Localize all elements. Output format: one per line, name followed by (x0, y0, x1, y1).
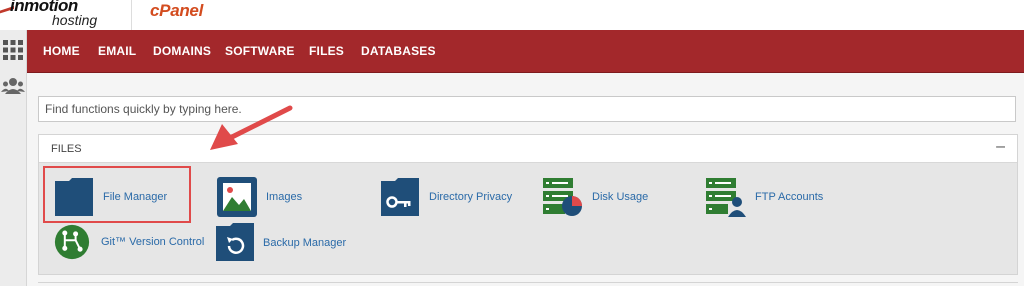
sidebar (0, 30, 27, 286)
annotation-arrow-icon (210, 105, 293, 150)
tool-label: Backup Manager (263, 237, 347, 249)
highlight-box (43, 166, 191, 223)
tool-directory-privacy[interactable]: Directory Privacy (380, 177, 520, 217)
users-icon[interactable] (1, 74, 25, 98)
collapse-icon[interactable]: – (996, 138, 1005, 156)
tool-label: Directory Privacy (429, 191, 513, 203)
nav-email[interactable]: EMAIL (98, 30, 136, 72)
brand-sub: hosting (52, 12, 98, 28)
nav-domains[interactable]: DOMAINS (153, 30, 211, 72)
tool-git-version-control[interactable]: Git™ Version Control (54, 224, 204, 264)
files-panel-title: FILES (51, 143, 82, 155)
inmotion-hosting-logo[interactable]: inmotion hosting (0, 0, 120, 30)
disk-usage-icon (543, 178, 582, 216)
git-icon (54, 224, 90, 260)
nav-databases[interactable]: DATABASES (361, 30, 436, 72)
files-panel-header[interactable]: FILES – (39, 135, 1017, 163)
backup-icon (216, 223, 254, 261)
nav-files[interactable]: FILES (309, 30, 344, 72)
top-bar: inmotion hosting cPanel (0, 0, 1024, 30)
tool-label: FTP Accounts (755, 191, 824, 203)
tool-backup-manager[interactable]: Backup Manager (215, 222, 355, 262)
tool-ftp-accounts[interactable]: FTP Accounts (706, 177, 826, 217)
logo-divider (131, 0, 132, 30)
tool-label: Images (266, 191, 303, 203)
image-icon (217, 177, 257, 217)
search-input[interactable] (38, 96, 1016, 122)
tool-label: Disk Usage (592, 191, 649, 203)
main-nav: HOME EMAIL DOMAINS SOFTWARE FILES DATABA… (27, 30, 1024, 73)
nav-home[interactable]: HOME (43, 30, 80, 72)
tool-label: Git™ Version Control (101, 236, 205, 248)
tool-disk-usage[interactable]: Disk Usage (543, 177, 653, 217)
divider (38, 282, 1018, 283)
folder-key-icon (381, 178, 419, 216)
grid-icon[interactable] (1, 38, 25, 62)
tool-images[interactable]: Images (217, 177, 317, 217)
nav-software[interactable]: SOFTWARE (225, 30, 295, 72)
ftp-accounts-icon (706, 178, 746, 217)
cpanel-logo[interactable]: cPanel (150, 1, 203, 21)
